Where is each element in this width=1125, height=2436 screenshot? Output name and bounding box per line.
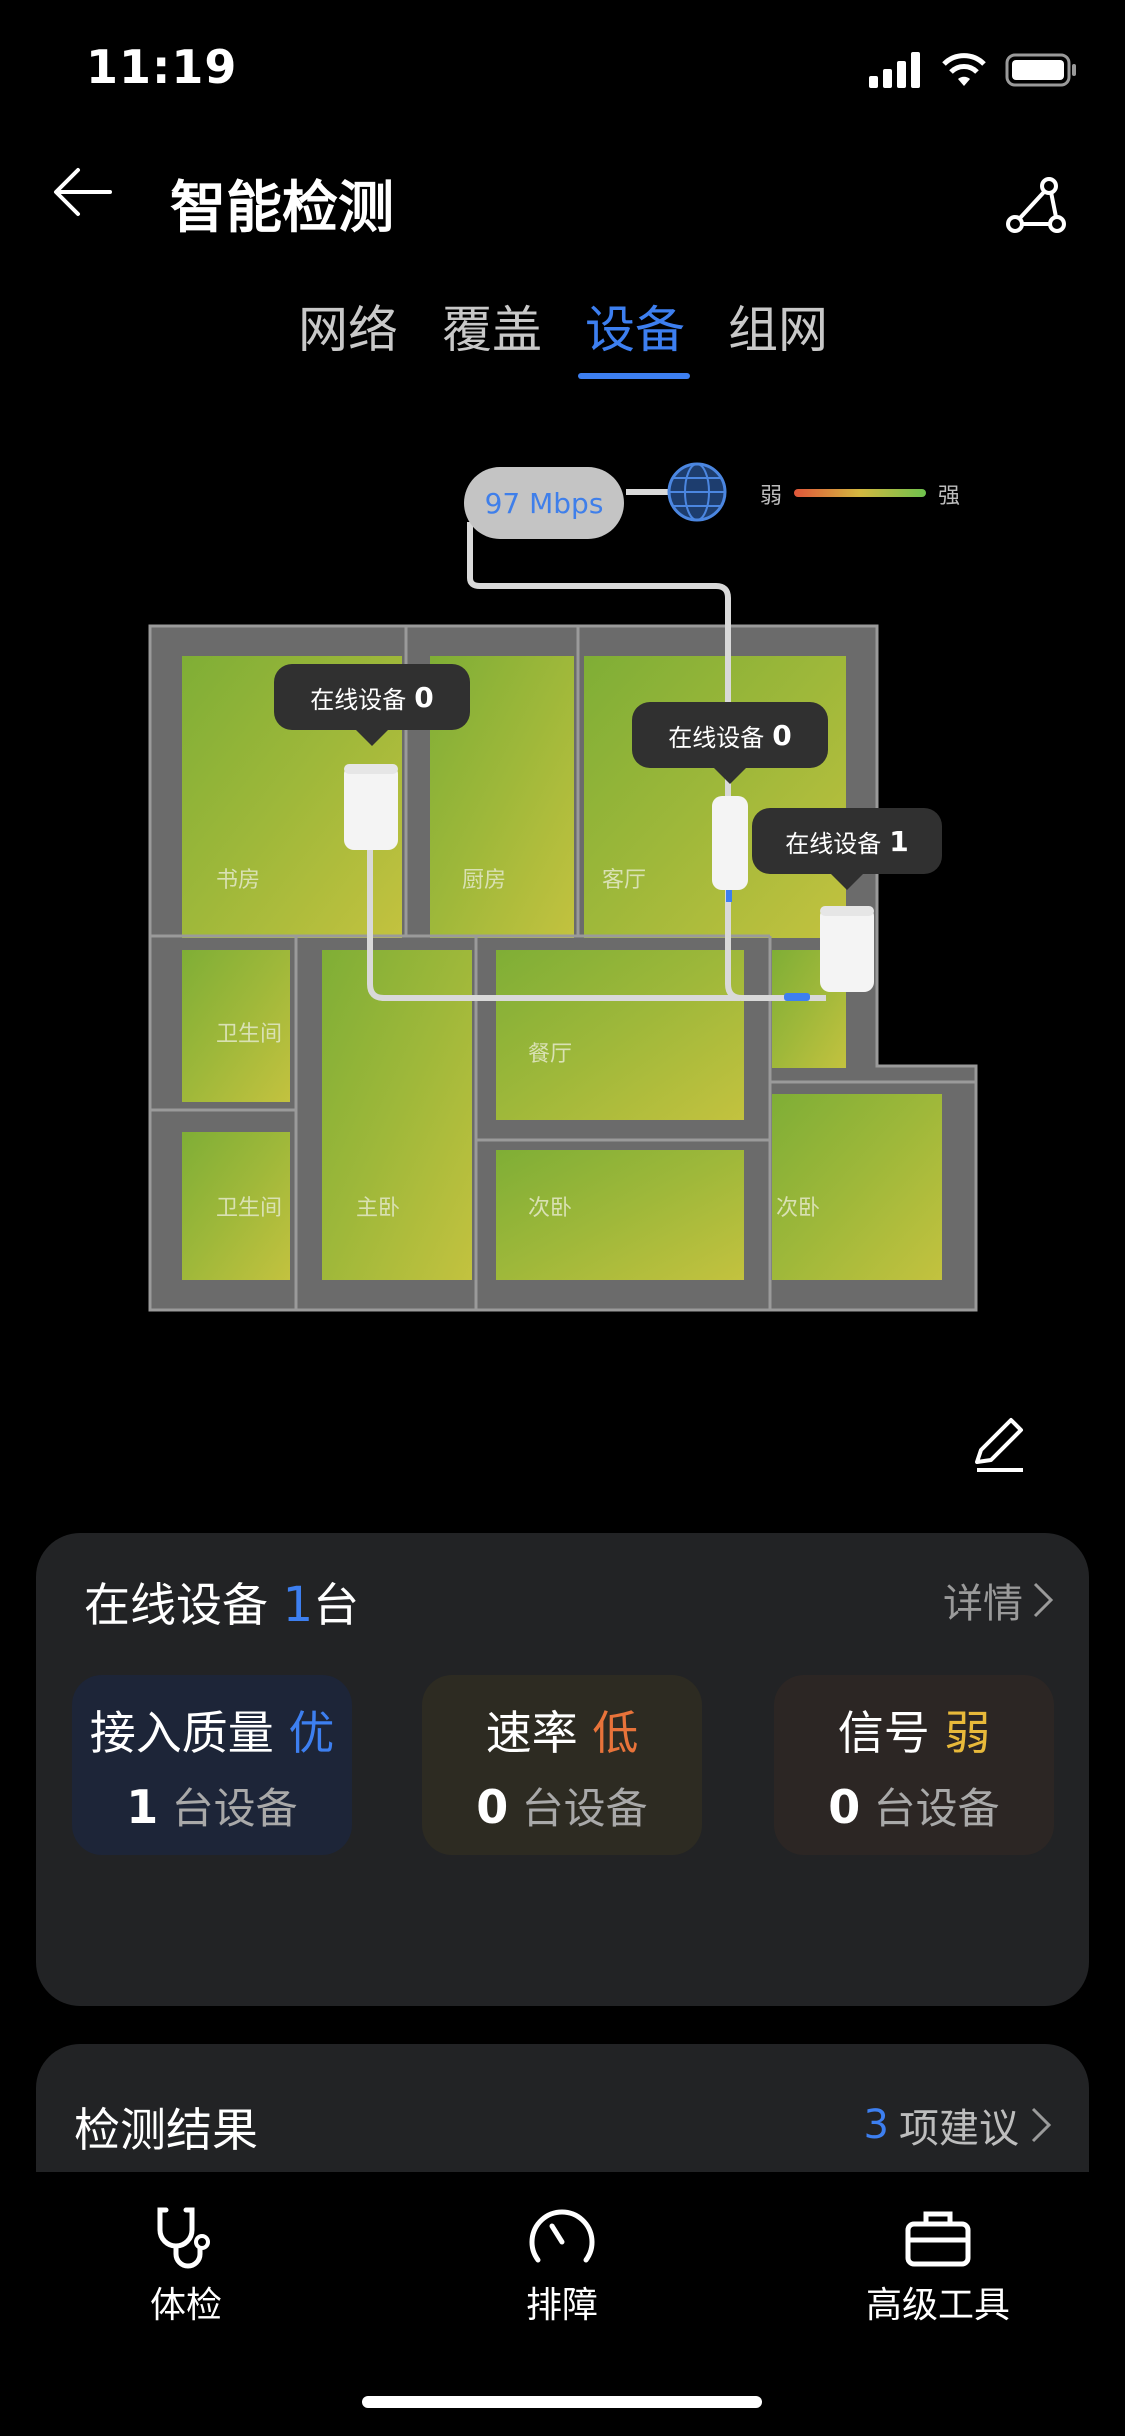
stat-level: 低 <box>592 1706 639 1760</box>
online-devices-card: 在线设备 1台 详情 接入质量 优 1 台设备 速率 低 0 台设备 信号 弱 … <box>36 1533 1089 2006</box>
suggestions-link[interactable]: 3 项建议 <box>864 2096 1053 2154</box>
device-bubble[interactable]: 在线设备 1 <box>752 808 942 890</box>
room-label: 卫生间 <box>216 1022 283 1047</box>
battery-icon <box>1005 53 1076 87</box>
tab-devices[interactable]: 设备 <box>585 290 685 362</box>
legend-strong-label: 强 <box>938 484 961 509</box>
router-1[interactable] <box>344 764 398 850</box>
room-label: 主卧 <box>356 1196 401 1221</box>
legend-weak-label: 弱 <box>760 484 783 509</box>
room-label: 次卧 <box>776 1196 821 1221</box>
room-label: 卫生间 <box>216 1196 283 1221</box>
device-bubble[interactable]: 在线设备 0 <box>632 702 828 784</box>
online-devices-title: 在线设备 1台 <box>84 1569 359 1635</box>
room-label: 客厅 <box>602 868 647 893</box>
topology-button[interactable] <box>1001 172 1071 242</box>
online-unit: 台 <box>313 1578 360 1632</box>
stat-access-quality[interactable]: 接入质量 优 1 台设备 <box>72 1675 352 1855</box>
device-bubble-count: 1 <box>889 824 909 858</box>
suggestion-suffix: 项建议 <box>899 2106 1019 2152</box>
room-label: 书房 <box>216 868 261 893</box>
online-count: 1 <box>282 1577 314 1633</box>
tab-bar: 网络 覆盖 设备 组网 <box>0 290 1125 380</box>
nav-troubleshoot[interactable]: 排障 <box>442 2204 682 2328</box>
home-indicator[interactable] <box>362 2396 762 2408</box>
device-bubble-label: 在线设备 <box>785 829 882 858</box>
stat-label: 速率 <box>485 1706 578 1760</box>
toolbox-icon <box>905 2211 971 2267</box>
tab-network[interactable]: 网络 <box>298 290 398 362</box>
stat-label: 信号 <box>837 1706 930 1760</box>
device-bubble-count: 0 <box>414 680 434 714</box>
status-time: 11:19 <box>86 40 238 94</box>
nav-checkup-label: 体检 <box>149 2285 222 2326</box>
suggestion-count: 3 <box>863 2102 889 2148</box>
stat-label: 接入质量 <box>89 1706 274 1760</box>
device-bubble-label: 在线设备 <box>310 685 407 714</box>
stat-speed[interactable]: 速率 低 0 台设备 <box>422 1675 702 1855</box>
stat-level: 优 <box>288 1706 335 1760</box>
router-2[interactable] <box>712 796 748 902</box>
stat-signal[interactable]: 信号 弱 0 台设备 <box>774 1675 1054 1855</box>
tab-active-indicator <box>578 373 690 379</box>
internet-speed-badge: 97 Mbps <box>464 467 624 539</box>
tab-coverage[interactable]: 覆盖 <box>442 290 542 362</box>
nav-advanced-tools[interactable]: 高级工具 <box>818 2204 1058 2328</box>
topology-icon <box>1006 177 1066 233</box>
result-title: 检测结果 <box>74 2103 258 2157</box>
device-bubble-count: 0 <box>772 718 792 752</box>
device-bubble[interactable]: 在线设备 0 <box>274 664 470 746</box>
room-label: 次卧 <box>528 1196 573 1221</box>
stat-level: 弱 <box>944 1706 991 1760</box>
edit-map-button[interactable] <box>967 1412 1031 1476</box>
chevron-right-icon <box>1033 1582 1054 1618</box>
stat-count: 0 <box>828 1780 861 1834</box>
pencil-icon <box>975 1418 1023 1472</box>
details-link[interactable]: 详情 <box>943 1571 1055 1629</box>
stat-count: 0 <box>476 1780 509 1834</box>
stat-unit: 台设备 <box>521 1784 648 1833</box>
room-label: 厨房 <box>462 868 507 893</box>
stat-unit: 台设备 <box>171 1784 298 1833</box>
back-button[interactable] <box>48 162 128 234</box>
nav-checkup[interactable]: 体检 <box>66 2204 306 2328</box>
nav-advanced-tools-label: 高级工具 <box>865 2285 1010 2326</box>
chevron-right-icon <box>1031 2107 1052 2143</box>
stat-unit: 台设备 <box>873 1784 1000 1833</box>
stat-count: 1 <box>126 1780 159 1834</box>
tab-mesh[interactable]: 组网 <box>728 290 828 362</box>
device-bubble-label: 在线设备 <box>668 723 765 752</box>
globe-icon <box>667 462 727 522</box>
cellular-signal-icon <box>869 52 920 88</box>
room-label: 餐厅 <box>528 1042 573 1067</box>
page-title: 智能检测 <box>170 176 394 241</box>
floor-plan: 97 Mbps 弱 强 书房 厨房 客厅 卫生间 餐厅 卫生间 主卧 次卧 次卧… <box>0 440 1125 1340</box>
router-3[interactable] <box>820 906 874 992</box>
back-arrow-icon <box>54 168 112 216</box>
gauge-icon <box>529 2209 595 2263</box>
online-title-text: 在线设备 <box>84 1578 268 1632</box>
details-label: 详情 <box>943 1581 1023 1627</box>
status-icons <box>869 48 1077 92</box>
nav-troubleshoot-label: 排障 <box>525 2285 598 2326</box>
wifi-icon <box>942 53 986 86</box>
stethoscope-icon <box>157 2207 210 2269</box>
